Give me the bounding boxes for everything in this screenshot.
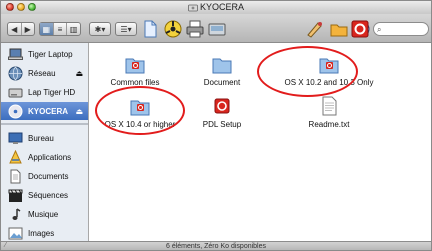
laptop-icon xyxy=(8,48,23,60)
resize-grip-icon[interactable]: ⁄ xyxy=(5,242,6,249)
view-segment: ▦ ≡ ▥ xyxy=(39,22,81,36)
title-bar[interactable]: KYOCERA xyxy=(1,1,431,14)
applications-icon xyxy=(9,149,22,163)
file-item-document[interactable]: Document xyxy=(177,53,267,87)
sidebar-item-label: KYOCERA xyxy=(28,106,69,116)
pictures-icon xyxy=(8,227,23,239)
sidebar-item-reseau[interactable]: Réseau ⏏ xyxy=(1,64,88,82)
printer-icon[interactable] xyxy=(185,19,205,39)
action-menu-button[interactable]: ✱▾ xyxy=(89,22,111,36)
status-text: 6 éléments, Zéro Ko disponibles xyxy=(166,243,266,250)
search-field[interactable]: ⌕ xyxy=(373,22,429,36)
clapperboard-icon xyxy=(8,189,23,202)
desktop-icon xyxy=(8,132,23,144)
sidebar-item-label: Musique xyxy=(28,209,59,219)
forward-button[interactable]: ▶ xyxy=(22,23,35,35)
network-globe-icon xyxy=(8,66,23,80)
window-title: KYOCERA xyxy=(1,2,431,12)
nav-segment: ◀ ▶ xyxy=(7,22,35,36)
eject-icon[interactable]: ⏏ xyxy=(75,69,83,78)
sidebar-item-label: Tiger Laptop xyxy=(28,49,73,59)
paint-icon[interactable] xyxy=(305,19,325,39)
sidebar-item-label: Réseau xyxy=(28,68,56,78)
kyocera-app-icon xyxy=(214,98,230,114)
sidebar-item-documents[interactable]: Documents xyxy=(1,167,88,185)
icon-view-button[interactable]: ▦ xyxy=(40,23,54,35)
music-note-icon xyxy=(12,207,21,220)
column-view-button[interactable]: ▥ xyxy=(67,23,80,35)
document-icon[interactable] xyxy=(140,19,160,39)
folder-home-icon[interactable] xyxy=(329,19,349,39)
scanner-icon[interactable] xyxy=(207,19,227,39)
documents-icon xyxy=(10,169,21,183)
list-view-button[interactable]: ≡ xyxy=(54,23,68,35)
file-item-readme[interactable]: Readme.txt xyxy=(284,95,374,129)
burn-icon[interactable] xyxy=(163,19,183,39)
window-title-text: KYOCERA xyxy=(199,2,244,12)
sidebar-item-lap-tiger-hd[interactable]: Lap Tiger HD xyxy=(1,83,88,101)
sidebar-divider xyxy=(1,123,88,125)
kyocera-folder-icon xyxy=(125,58,145,74)
sidebar-item-label: Images xyxy=(28,228,55,238)
drive-icon xyxy=(188,4,198,12)
highlight-circle xyxy=(257,46,358,97)
file-browser: Common files Document OS X 10.2 and 10.3… xyxy=(90,43,431,241)
sidebar-item-musique[interactable]: Musique xyxy=(1,205,88,223)
file-item-pdl-setup[interactable]: PDL Setup xyxy=(177,95,267,129)
file-item-common-files[interactable]: Common files xyxy=(90,53,180,87)
sidebar-item-label: Bureau xyxy=(28,133,54,143)
sidebar-item-tiger-laptop[interactable]: Tiger Laptop xyxy=(1,45,88,63)
kyocera-logo-icon[interactable] xyxy=(350,20,370,38)
arrange-menu-button[interactable]: ☰▾ xyxy=(115,22,137,36)
status-bar: 6 éléments, Zéro Ko disponibles xyxy=(1,241,431,250)
sidebar-item-images[interactable]: Images xyxy=(1,224,88,242)
folder-icon xyxy=(212,58,232,74)
sidebar: Tiger Laptop Réseau ⏏ Lap Tiger HD KYOCE… xyxy=(1,43,89,241)
sidebar-item-kyocera[interactable]: KYOCERA ⏏ xyxy=(1,102,88,120)
file-label: Readme.txt xyxy=(308,120,350,129)
sidebar-item-label: Documents xyxy=(28,171,69,181)
search-icon: ⌕ xyxy=(377,25,382,34)
file-label: Document xyxy=(203,78,241,87)
cd-disc-icon xyxy=(8,104,23,118)
sidebar-item-applications[interactable]: Applications xyxy=(1,148,88,166)
finder-window: KYOCERA ◀ ▶ ▦ ≡ ▥ ✱▾ ☰▾ ⌕ Tiger Laptop R… xyxy=(0,0,432,251)
sidebar-item-label: Lap Tiger HD xyxy=(28,87,76,97)
sidebar-item-label: Séquences xyxy=(28,190,69,200)
back-button[interactable]: ◀ xyxy=(8,23,22,35)
sidebar-item-bureau[interactable]: Bureau xyxy=(1,129,88,147)
file-label: PDL Setup xyxy=(202,120,242,129)
highlight-circle xyxy=(95,86,185,135)
sidebar-item-label: Applications xyxy=(28,152,72,162)
eject-icon[interactable]: ⏏ xyxy=(75,107,83,116)
text-file-icon xyxy=(322,96,337,116)
hard-drive-icon xyxy=(8,88,23,97)
sidebar-item-sequences[interactable]: Séquences xyxy=(1,186,88,204)
